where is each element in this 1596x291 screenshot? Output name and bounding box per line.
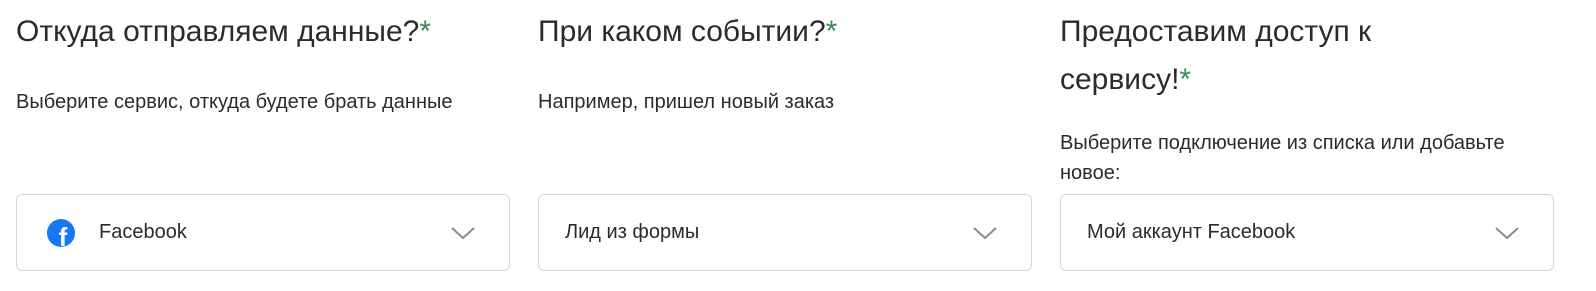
facebook-icon: f: [47, 218, 75, 247]
required-mark: *: [825, 15, 838, 48]
access-title: Предоставим доступ к сервису!*: [1060, 8, 1480, 104]
access-section: Предоставим доступ к сервису!* Выберите …: [1060, 0, 1554, 271]
required-mark: *: [419, 15, 432, 48]
event-hint: Например, пришел новый заказ: [538, 91, 835, 113]
source-title-text: Откуда отправляем данные?: [16, 15, 420, 48]
event-title: При каком событии?*: [538, 8, 1032, 56]
event-section: При каком событии?* Например, пришел нов…: [538, 0, 1032, 271]
source-hint: Выберите сервис, откуда будете брать дан…: [16, 91, 453, 113]
integration-setup: Откуда отправляем данные?* Выберите серв…: [0, 0, 1596, 291]
event-select-value: Лид из формы: [565, 221, 700, 243]
source-title: Откуда отправляем данные?*: [16, 8, 510, 56]
access-hint: Выберите подключение из списка или добав…: [1060, 132, 1505, 184]
chevron-down-icon: [1487, 213, 1527, 253]
source-section: Откуда отправляем данные?* Выберите серв…: [16, 0, 510, 271]
chevron-down-icon: [443, 213, 483, 253]
source-select[interactable]: f Facebook: [16, 194, 510, 271]
chevron-down-icon: [965, 213, 1005, 253]
event-select[interactable]: Лид из формы: [538, 194, 1032, 271]
access-title-text: Предоставим доступ к сервису!: [1060, 15, 1372, 96]
event-title-text: При каком событии?: [538, 15, 826, 48]
source-select-value: Facebook: [99, 221, 187, 243]
access-select-value: Мой аккаунт Facebook: [1087, 221, 1296, 243]
access-select[interactable]: Мой аккаунт Facebook: [1060, 194, 1554, 271]
required-mark: *: [1179, 63, 1192, 96]
